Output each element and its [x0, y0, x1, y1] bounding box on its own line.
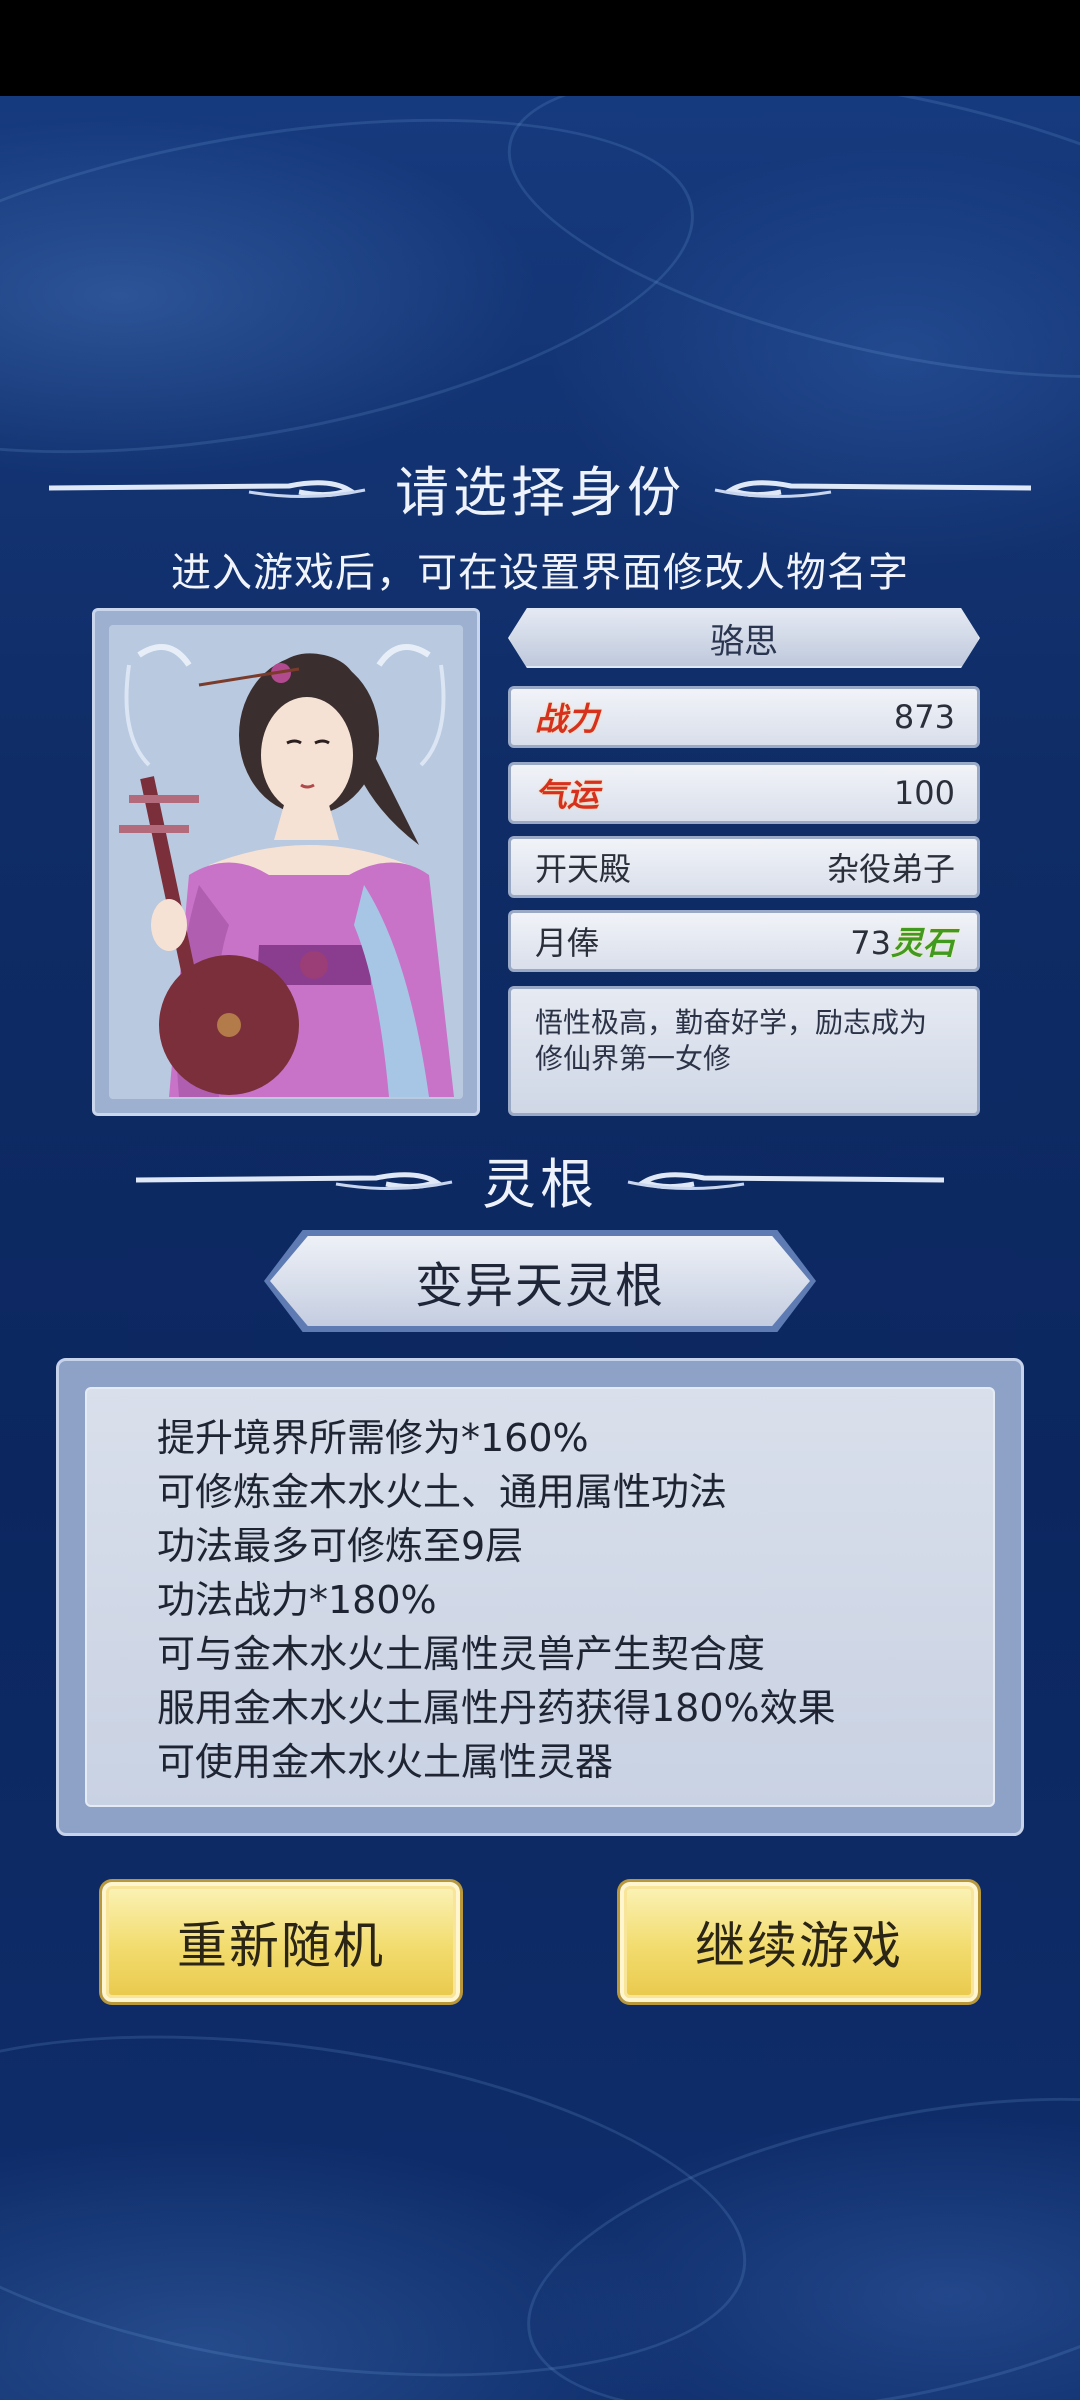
character-description: 悟性极高，勤奋好学，励志成为修仙界第一女修 [508, 986, 980, 1116]
power-value: 873 [893, 698, 955, 736]
continue-game-button[interactable]: 继续游戏 [620, 1882, 978, 2002]
character-portrait [92, 608, 480, 1116]
effect-item: 功法最多可修炼至9层 [157, 1524, 524, 1568]
effect-item: 可使用金木水火土属性灵器 [157, 1740, 614, 1784]
character-name: 骆思 [508, 608, 980, 668]
sect-stat: 开天殿 杂役弟子 [508, 836, 980, 898]
left-ornament-icon [49, 479, 366, 498]
subtitle: 进入游戏后，可在设置界面修改人物名字 [171, 550, 909, 596]
page-title: 请选择身份 [395, 461, 685, 524]
sect-label: 开天殿 [535, 850, 632, 888]
spirit-stone-unit: 灵石 [890, 924, 955, 962]
spirit-root-type-plate: 变异天灵根 [264, 1230, 816, 1332]
reroll-button[interactable]: 重新随机 [102, 1882, 460, 2002]
salary-label: 月俸 [535, 924, 600, 962]
status-bar [0, 0, 1080, 96]
luck-stat: 气运 100 [508, 762, 980, 824]
spirit-root-effects-panel: 提升境界所需修为*160% 可修炼金木水火土、通用属性功法 功法最多可修炼至9层… [56, 1358, 1024, 1836]
effect-item: 可与金木水火土属性灵兽产生契合度 [157, 1632, 766, 1676]
spirit-root-heading: 灵根 [482, 1153, 598, 1216]
effect-item: 提升境界所需修为*160% [157, 1416, 589, 1460]
title-row: 请选择身份 [0, 448, 1080, 527]
right-ornament-icon [627, 1171, 944, 1190]
luck-value: 100 [893, 774, 955, 812]
salary-stat: 月俸 73灵石 [508, 910, 980, 972]
spirit-root-heading-row: 灵根 [0, 1140, 1080, 1219]
sect-value: 杂役弟子 [826, 850, 955, 888]
salary-amount: 73灵石 [850, 918, 955, 964]
effect-item: 功法战力*180% [157, 1578, 437, 1622]
effect-item: 可修炼金木水火土、通用属性功法 [157, 1470, 728, 1514]
effect-item: 服用金木水火土属性丹药获得180%效果 [157, 1686, 836, 1730]
luck-label: 气运 [535, 776, 600, 814]
left-ornament-icon [136, 1171, 453, 1190]
power-label: 战力 [535, 700, 600, 738]
right-ornament-icon [714, 479, 1031, 498]
power-stat: 战力 873 [508, 686, 980, 748]
character-image [119, 644, 454, 1097]
salary-value: 73 [850, 924, 891, 962]
spirit-root-type: 变异天灵根 [414, 1258, 665, 1314]
effects-list: 提升境界所需修为*160% 可修炼金木水火土、通用属性功法 功法最多可修炼至9层… [85, 1387, 995, 1807]
